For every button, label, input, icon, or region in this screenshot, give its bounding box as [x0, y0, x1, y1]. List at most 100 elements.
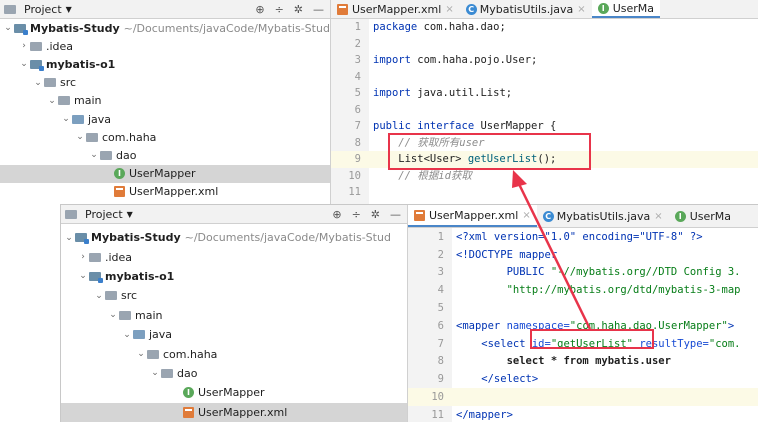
project-toolbar-bottom: Project ▼ ⊕ ÷ ✲ — — [61, 205, 407, 224]
tree-node-pkg[interactable]: ⌄ com.haha — [0, 128, 330, 146]
project-selector[interactable]: Project ▼ — [0, 3, 72, 16]
tree-node-main[interactable]: ⌄ main — [0, 92, 330, 110]
node-label: UserMapper.xml — [129, 185, 219, 199]
project-tree-top: ⌄ Mybatis-Study ~/Documents/javaCode/Myb… — [0, 19, 330, 201]
folder-icon — [44, 78, 56, 88]
tree-node-src[interactable]: ⌄ src — [0, 74, 330, 92]
tree-node-root[interactable]: ⌄ Mybatis-Study ~/Documents/javaCode/Myb… — [61, 228, 407, 247]
project-label: Project — [24, 2, 62, 16]
minimize-icon[interactable]: — — [313, 3, 324, 16]
code-line: 3 import com.haha.pojo.User; — [354, 54, 538, 67]
chevron-down-icon[interactable]: ⌄ — [2, 23, 14, 33]
node-label: dao — [116, 148, 137, 162]
tree-node-src[interactable]: ⌄ src — [61, 286, 407, 305]
code-line: 5 — [437, 302, 444, 315]
module-folder-icon — [14, 23, 28, 35]
project-selector[interactable]: Project ▼ — [61, 208, 133, 221]
source-folder-icon — [72, 114, 84, 124]
tab-usermapper-xml[interactable]: UserMapper.xml × — [408, 205, 537, 227]
close-icon[interactable]: × — [654, 211, 662, 222]
close-icon[interactable]: × — [577, 4, 585, 15]
interface-icon: I — [597, 2, 609, 14]
chevron-down-icon[interactable]: ⌄ — [149, 368, 161, 378]
chevron-down-icon: ▼ — [126, 209, 133, 219]
java-editor: UserMapper.xml × C MybatisUtils.java × I… — [330, 0, 758, 205]
minimize-icon[interactable]: — — [390, 208, 401, 221]
tree-node-module[interactable]: ⌄ mybatis-o1 — [61, 267, 407, 286]
tab-usermapper[interactable]: I UserMa — [669, 207, 737, 225]
chevron-down-icon[interactable]: ⌄ — [60, 114, 72, 124]
tab-mybatisutils[interactable]: C MybatisUtils.java × — [460, 0, 592, 18]
collapse-icon[interactable]: ÷ — [352, 208, 361, 221]
xml-code[interactable]: 1 <?xml version="1.0" encoding="UTF-8" ?>… — [408, 228, 758, 422]
node-label: UserMapper.xml — [198, 405, 288, 419]
code-line: 4 "http://mybatis.org/dtd/mybatis-3-map — [437, 284, 741, 297]
java-code[interactable]: 1 package com.haha.dao; 2 3 import com.hah… — [331, 19, 758, 201]
source-folder-icon — [133, 330, 145, 340]
project-icon — [4, 4, 16, 14]
package-icon — [86, 132, 98, 142]
bottom-ide-window: Project ▼ ⊕ ÷ ✲ — ⌄ Mybatis-Study ~/Docu… — [60, 204, 758, 422]
chevron-down-icon[interactable]: ⌄ — [107, 310, 119, 320]
chevron-down-icon[interactable]: ⌄ — [46, 96, 58, 106]
close-icon[interactable]: × — [522, 210, 530, 221]
tree-node-usermapper[interactable]: I UserMapper — [61, 383, 407, 402]
tree-node-idea[interactable]: › .idea — [0, 37, 330, 55]
package-icon — [161, 368, 173, 378]
chevron-down-icon[interactable]: ⌄ — [77, 271, 89, 281]
tree-node-pkg[interactable]: ⌄ com.haha — [61, 344, 407, 363]
chevron-down-icon[interactable]: ⌄ — [93, 291, 105, 301]
chevron-down-icon[interactable]: ⌄ — [135, 349, 147, 359]
tree-node-idea[interactable]: › .idea — [61, 247, 407, 266]
root-path: ~/Documents/javaCode/Mybatis-Stud — [184, 231, 391, 245]
chevron-down-icon[interactable]: ⌄ — [74, 132, 86, 142]
project-toolbar-top: Project ▼ ⊕ ÷ ✲ — — [0, 0, 330, 19]
editor-tabs-bottom: UserMapper.xml × C MybatisUtils.java × I… — [408, 205, 758, 228]
folder-icon — [105, 291, 117, 301]
code-line: 1 <?xml version="1.0" encoding="UTF-8" ?> — [437, 230, 703, 243]
tree-node-root[interactable]: ⌄ Mybatis-Study ~/Documents/javaCode/Myb… — [0, 19, 330, 37]
tree-node-java[interactable]: ⌄ java — [0, 110, 330, 128]
node-label: java — [149, 328, 173, 342]
chevron-down-icon[interactable]: ⌄ — [63, 233, 75, 243]
locate-icon[interactable]: ⊕ — [332, 208, 341, 221]
gear-icon[interactable]: ✲ — [294, 3, 303, 16]
chevron-down-icon[interactable]: ⌄ — [121, 330, 133, 340]
code-line: 10 // 根据id获取 — [348, 169, 472, 183]
project-icon — [65, 209, 77, 219]
tree-node-usermapper-xml[interactable]: UserMapper.xml — [0, 183, 330, 201]
tree-node-module[interactable]: ⌄ mybatis-o1 — [0, 55, 330, 73]
node-label: main — [135, 308, 163, 322]
chevron-right-icon[interactable]: › — [77, 252, 89, 262]
chevron-down-icon: ▼ — [65, 4, 72, 14]
node-label: UserMapper — [198, 386, 265, 400]
tree-node-usermapper[interactable]: I UserMapper — [0, 164, 330, 183]
code-line: 6 <mapper namespace="com.haha.dao.UserMap… — [437, 319, 735, 332]
project-panel-bottom: Project ▼ ⊕ ÷ ✲ — ⌄ Mybatis-Study ~/Docu… — [61, 205, 407, 422]
tab-usermapper[interactable]: I UserMa — [591, 0, 660, 18]
chevron-right-icon[interactable]: › — [18, 41, 30, 51]
locate-icon[interactable]: ⊕ — [255, 3, 264, 16]
tree-node-dao[interactable]: ⌄ dao — [61, 364, 407, 383]
chevron-down-icon[interactable]: ⌄ — [88, 150, 100, 160]
project-label: Project — [85, 207, 123, 221]
tree-node-dao[interactable]: ⌄ dao — [0, 146, 330, 164]
tab-mybatisutils[interactable]: C MybatisUtils.java × — [537, 207, 669, 225]
project-tree-bottom: ⌄ Mybatis-Study ~/Documents/javaCode/Myb… — [61, 228, 407, 422]
close-icon[interactable]: × — [445, 4, 453, 15]
xml-file-icon — [114, 186, 125, 198]
xml-file-icon — [183, 406, 194, 418]
code-line: 11 — [348, 186, 361, 199]
node-label: dao — [177, 366, 198, 380]
collapse-icon[interactable]: ÷ — [275, 3, 284, 16]
tree-node-usermapper-xml[interactable]: UserMapper.xml — [61, 402, 407, 422]
folder-icon — [89, 252, 101, 262]
chevron-down-icon[interactable]: ⌄ — [32, 78, 44, 88]
tree-node-java[interactable]: ⌄ java — [61, 325, 407, 344]
tree-node-main[interactable]: ⌄ main — [61, 306, 407, 325]
tab-usermapper-xml[interactable]: UserMapper.xml × — [331, 0, 460, 18]
tab-label: UserMa — [612, 1, 654, 15]
chevron-down-icon[interactable]: ⌄ — [18, 59, 30, 69]
tab-label: MybatisUtils.java — [479, 2, 574, 16]
gear-icon[interactable]: ✲ — [371, 208, 380, 221]
